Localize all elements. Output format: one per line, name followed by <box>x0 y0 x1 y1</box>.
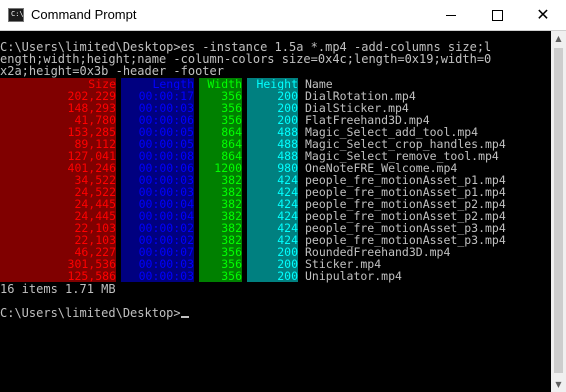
minimize-button[interactable] <box>428 0 474 30</box>
scroll-up-arrow-icon[interactable]: ▲ <box>551 31 566 46</box>
command-line: x2a;height=0x3b -header -footer <box>0 64 224 78</box>
cell-width: 356 <box>199 270 242 282</box>
scroll-down-arrow-icon[interactable]: ▼ <box>551 377 566 392</box>
maximize-icon <box>492 10 503 21</box>
prompt-text: C:\Users\limited\Desktop> <box>0 306 181 320</box>
scrollbar-thumb[interactable] <box>554 48 563 373</box>
cell-size: 125,586 <box>0 270 116 282</box>
window-title: Command Prompt <box>31 7 137 22</box>
text-cursor <box>180 316 189 318</box>
maximize-button[interactable] <box>474 0 520 30</box>
title-bar[interactable]: C:\ Command Prompt ✕ <box>0 0 566 31</box>
cell-length: 00:00:03 <box>121 270 194 282</box>
console-output[interactable]: C:\Users\limited\Desktop>es -instance 1.… <box>0 31 551 392</box>
minimize-icon <box>446 15 456 16</box>
vertical-scrollbar[interactable]: ▲ ▼ <box>551 31 566 392</box>
command-prompt-icon[interactable]: C:\ <box>8 8 24 22</box>
prompt-line[interactable]: C:\Users\limited\Desktop> <box>0 307 189 319</box>
close-button[interactable]: ✕ <box>520 0 566 30</box>
footer-summary: 16 items 1.71 MB <box>0 282 116 296</box>
cell-name: Unipulator.mp4 <box>305 269 402 283</box>
close-icon: ✕ <box>536 5 550 24</box>
cell-height: 200 <box>247 270 298 282</box>
table-row: 125,586 00:00:03 356 200 Unipulator.mp4 <box>0 270 551 282</box>
